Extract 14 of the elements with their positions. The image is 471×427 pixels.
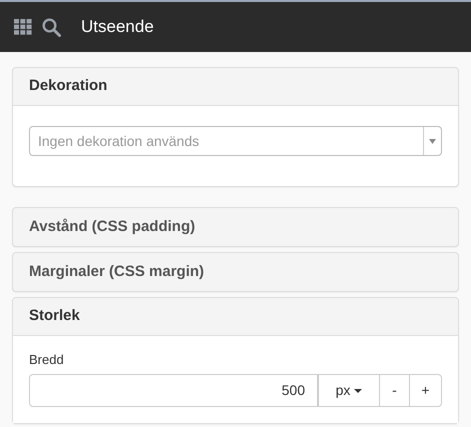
unit-dropdown[interactable]: px [318,374,379,407]
panel-title[interactable]: Dekoration [29,75,108,98]
search-icon[interactable] [42,18,61,36]
decrement-button[interactable]: - [379,374,409,407]
page-title: Utseende [81,16,154,38]
width-input[interactable]: 500 [29,374,318,407]
grid-icon[interactable] [14,19,32,35]
field-label: Bredd [29,352,65,368]
panel-title[interactable]: Marginaler (CSS margin) [29,260,204,284]
panel-title[interactable]: Storlek [29,305,80,328]
caret-icon [354,388,362,392]
increment-button[interactable]: + [409,374,442,407]
caret-icon [429,138,436,144]
panel-title[interactable]: Avstånd (CSS padding) [29,216,196,238]
